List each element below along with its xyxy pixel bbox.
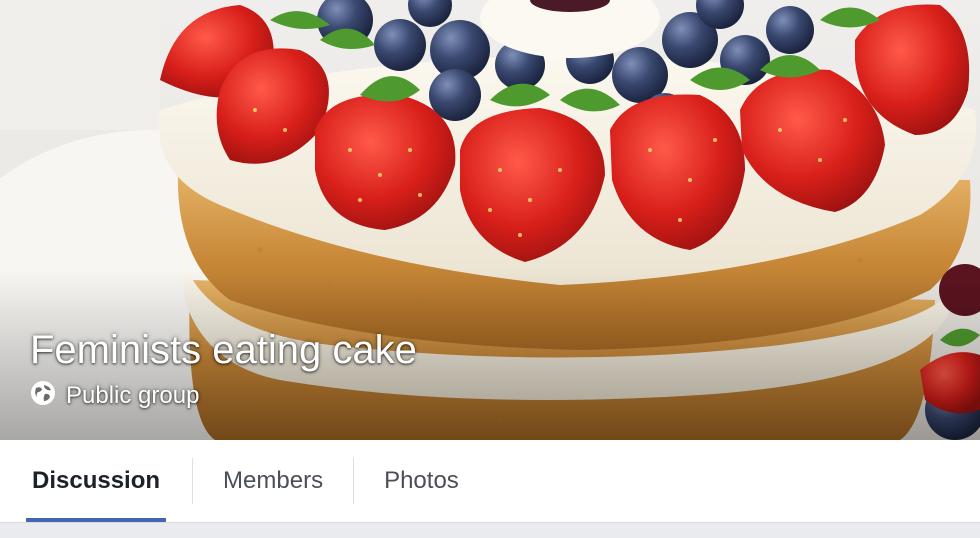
group-privacy: Public group xyxy=(30,380,199,412)
tab-discussion[interactable]: Discussion xyxy=(0,440,192,522)
privacy-label: Public group xyxy=(66,382,200,409)
group-tabs: Discussion Members Photos xyxy=(0,440,980,523)
tab-members[interactable]: Members xyxy=(193,440,353,522)
group-name[interactable]: Feminists eating cake xyxy=(30,326,417,374)
tab-photos[interactable]: Photos xyxy=(354,440,489,522)
group-header-card: Feminists eating cake Public group Discu… xyxy=(0,0,980,523)
cover-photo[interactable]: Feminists eating cake Public group xyxy=(0,0,980,440)
globe-icon xyxy=(30,381,56,409)
